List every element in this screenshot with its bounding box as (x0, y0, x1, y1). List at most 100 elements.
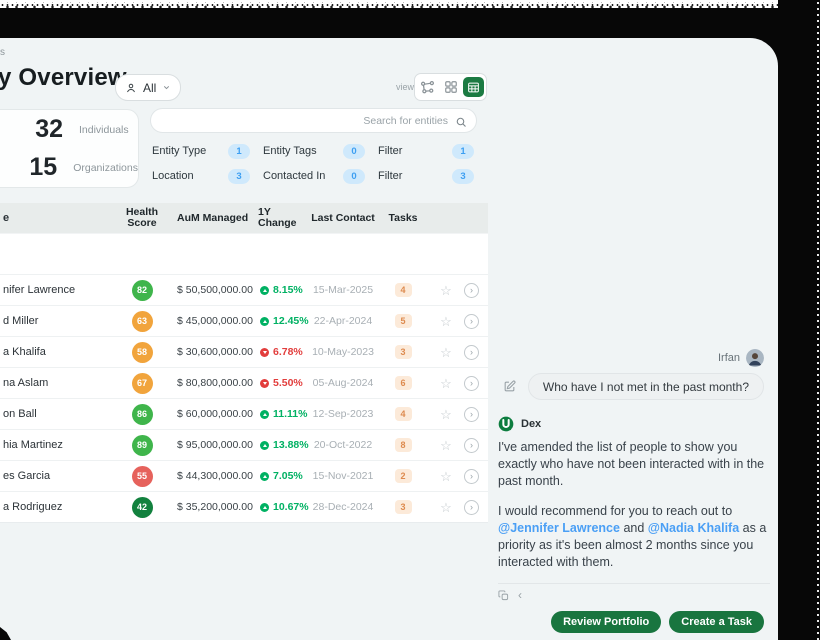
aum-value: $ 30,600,000.00 (166, 346, 256, 358)
change-value: 11.11% (256, 408, 308, 420)
table-row[interactable]: hia Martinez 89 $ 95,000,000.00 13.88% 2… (0, 429, 488, 460)
table-row[interactable]: a Rodriguez 42 $ 35,200,000.00 10.67% 28… (0, 491, 488, 523)
open-row-icon[interactable]: › (464, 469, 479, 484)
chat-action-buttons: Review Portfolio Create a Task (498, 611, 764, 633)
table-row[interactable]: d Miller 63 $ 45,000,000.00 12.45% 22-Ap… (0, 305, 488, 336)
star-icon[interactable]: ☆ (440, 470, 452, 483)
change-direction-icon (260, 379, 269, 388)
view-toggle-group (414, 73, 487, 101)
share-icon[interactable]: ‹ (518, 589, 522, 601)
change-value: 5.50% (256, 377, 308, 389)
open-row-icon[interactable]: › (464, 376, 479, 391)
star-icon[interactable]: ☆ (440, 284, 452, 297)
table-row[interactable]: nifer Lawrence 82 $ 50,500,000.00 8.15% … (0, 274, 488, 305)
dex-logo (498, 416, 514, 432)
health-score-badge: 82 (132, 280, 153, 301)
tasks-count-badge: 4 (395, 407, 412, 421)
entity-stats-card: 32 Individuals 15 Organizations (0, 109, 139, 188)
star-icon[interactable]: ☆ (440, 377, 452, 390)
torn-noise-top (0, 2, 778, 9)
individuals-label: Individuals (79, 124, 129, 136)
search-icon[interactable] (455, 115, 467, 133)
filter-control[interactable]: Entity Tags 0 (261, 143, 365, 159)
filter-control[interactable]: Location 3 (150, 168, 250, 184)
edit-message-icon[interactable] (503, 380, 516, 393)
filter-count-badge: 3 (452, 169, 474, 184)
open-row-icon[interactable]: › (464, 345, 479, 360)
star-icon[interactable]: ☆ (440, 439, 452, 452)
star-icon[interactable]: ☆ (440, 501, 452, 514)
table-view-button[interactable] (463, 77, 484, 97)
assistant-name: Dex (521, 418, 541, 430)
tasks-count-badge: 5 (395, 314, 412, 328)
aum-value: $ 80,800,000.00 (166, 377, 256, 389)
last-contact-date: 12-Sep-2023 (308, 408, 378, 420)
open-row-icon[interactable]: › (464, 407, 479, 422)
change-value: 6.78% (256, 346, 308, 358)
star-icon[interactable]: ☆ (440, 408, 452, 421)
open-row-icon[interactable]: › (464, 283, 479, 298)
filter-label: Filter (376, 170, 402, 182)
filter-control[interactable]: Filter 3 (376, 168, 474, 184)
filter-label: Filter (376, 145, 402, 157)
health-score-badge: 86 (132, 404, 153, 425)
filter-control[interactable]: Entity Type 1 (150, 143, 250, 159)
entity-scope-dropdown[interactable]: All (115, 74, 181, 101)
last-contact-date: 20-Oct-2022 (308, 439, 378, 451)
assistant-message-paragraph-2: I would recommend for you to reach out t… (498, 503, 770, 571)
filter-control[interactable]: Filter 1 (376, 143, 474, 159)
assistant-message-paragraph-1: I've amended the list of people to show … (498, 439, 770, 490)
col-last-contact: Last Contact (308, 213, 378, 224)
table-row[interactable]: on Ball 86 $ 60,000,000.00 11.11% 12-Sep… (0, 398, 488, 429)
entity-name: na Aslam (0, 377, 118, 389)
card-view-button[interactable] (440, 77, 461, 97)
app-window: s y Overview All view: (0, 38, 778, 640)
user-name: Irfan (718, 352, 740, 364)
mention-link[interactable]: @Nadia Khalifa (648, 521, 739, 535)
open-row-icon[interactable]: › (464, 314, 479, 329)
last-contact-date: 05-Aug-2024 (308, 377, 378, 389)
breadcrumb: s (0, 47, 5, 58)
entity-name: d Miller (0, 315, 118, 327)
create-task-button[interactable]: Create a Task (669, 611, 764, 633)
star-icon[interactable]: ☆ (440, 346, 452, 359)
review-portfolio-button[interactable]: Review Portfolio (551, 611, 661, 633)
aum-value: $ 50,500,000.00 (166, 284, 256, 296)
table-header: e Health Score AuM Managed 1Y Change Las… (0, 203, 488, 233)
filter-control[interactable]: Contacted In 0 (261, 168, 365, 184)
organizations-count: 15 (15, 153, 57, 182)
col-health: Health Score (118, 207, 166, 229)
search-input[interactable] (151, 109, 476, 132)
user-avatar (746, 349, 764, 367)
open-row-icon[interactable]: › (464, 438, 479, 453)
last-contact-date: 15-Mar-2025 (308, 284, 378, 296)
graph-view-button[interactable] (417, 77, 438, 97)
change-direction-icon (260, 286, 269, 295)
individuals-count: 32 (15, 115, 63, 144)
chevron-down-icon (162, 83, 171, 92)
table-row[interactable]: a Khalifa 58 $ 30,600,000.00 6.78% 10-Ma… (0, 336, 488, 367)
entity-name: es Garcia (0, 470, 118, 482)
tasks-count-badge: 3 (395, 345, 412, 359)
user-message-header: Irfan (718, 349, 764, 367)
entity-name: on Ball (0, 408, 118, 420)
entity-name: a Khalifa (0, 346, 118, 358)
col-change: 1Y Change (256, 207, 308, 229)
star-icon[interactable]: ☆ (440, 315, 452, 328)
copy-icon[interactable] (498, 590, 509, 601)
scope-value: All (143, 81, 156, 95)
open-row-icon[interactable]: › (464, 500, 479, 515)
health-score-badge: 55 (132, 466, 153, 487)
col-name: e (0, 213, 118, 224)
mention-link[interactable]: @Jennifer Lawrence (498, 521, 620, 535)
health-score-badge: 89 (132, 435, 153, 456)
entity-name: nifer Lawrence (0, 284, 118, 296)
entities-table: e Health Score AuM Managed 1Y Change Las… (0, 203, 488, 523)
assistant-header: Dex (498, 416, 764, 432)
overview-pane: s y Overview All view: (0, 38, 488, 640)
table-row[interactable]: na Aslam 67 $ 80,800,000.00 5.50% 05-Aug… (0, 367, 488, 398)
filter-label: Contacted In (261, 170, 325, 182)
torn-noise-right (816, 0, 820, 640)
table-row[interactable]: es Garcia 55 $ 44,300,000.00 7.05% 15-No… (0, 460, 488, 491)
col-aum: AuM Managed (166, 213, 256, 224)
